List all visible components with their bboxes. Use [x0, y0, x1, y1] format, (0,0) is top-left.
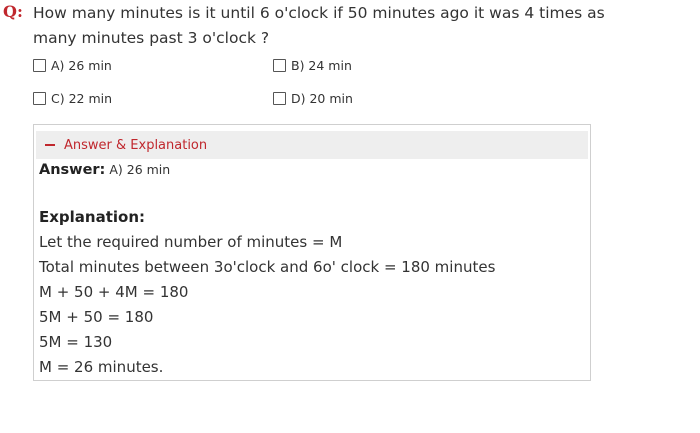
option-a-label: A) 26 min	[51, 58, 112, 73]
option-c-label: C) 22 min	[51, 91, 113, 106]
explanation: Explanation: Let the required number of …	[39, 205, 584, 380]
answer-heading: Answer:	[39, 162, 106, 178]
option-d-checkbox[interactable]	[273, 92, 286, 105]
explanation-line: 5M = 130	[39, 333, 113, 351]
explanation-line: M = 26 minutes.	[39, 358, 164, 376]
minus-icon[interactable]	[45, 144, 55, 146]
answer-value: A) 26 min	[109, 162, 171, 177]
answer-toggle-label[interactable]: Answer & Explanation	[64, 138, 207, 153]
explanation-line: 5M + 50 = 180	[39, 308, 154, 326]
explanation-line: M + 50 + 4M = 180	[39, 283, 189, 301]
option-a-checkbox[interactable]	[33, 59, 46, 72]
option-a[interactable]: A) 26 min	[33, 58, 112, 73]
explanation-heading: Explanation:	[39, 208, 146, 226]
option-b-checkbox[interactable]	[273, 59, 286, 72]
option-c[interactable]: C) 22 min	[33, 91, 112, 106]
option-c-checkbox[interactable]	[33, 92, 46, 105]
answer-panel: Answer & Explanation Answer: A) 26 min E…	[33, 124, 591, 381]
option-d[interactable]: D) 20 min	[273, 91, 353, 106]
option-d-label: D) 20 min	[291, 91, 353, 106]
question-label: Q:	[3, 2, 23, 21]
explanation-line: Total minutes between 3o'clock and 6o' c…	[39, 258, 496, 276]
option-b-label: B) 24 min	[291, 58, 352, 73]
question-text: How many minutes is it until 6 o'clock i…	[33, 4, 605, 47]
answer-toggle[interactable]: Answer & Explanation	[36, 131, 588, 159]
option-b[interactable]: B) 24 min	[273, 58, 352, 73]
answer-line: Answer: A) 26 min	[39, 162, 170, 178]
explanation-line: Let the required number of minutes = M	[39, 233, 343, 251]
